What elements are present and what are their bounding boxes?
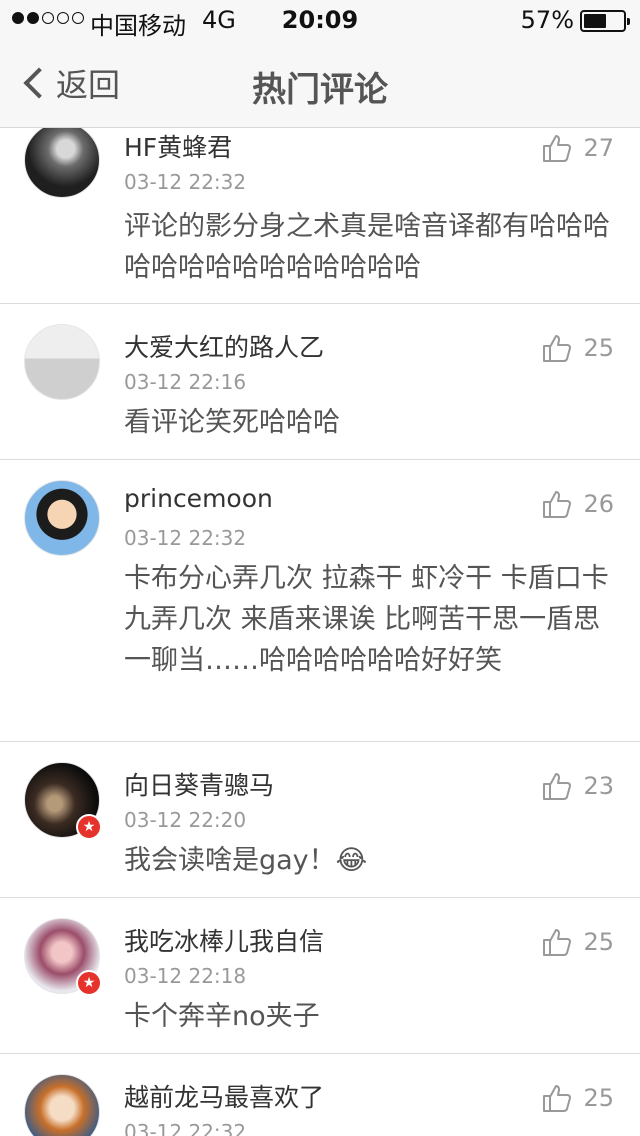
verified-badge-icon: ★: [76, 814, 102, 840]
thumbs-up-icon: [543, 1085, 572, 1112]
comment-item: HF黄蜂君 03-12 22:32 评论的影分身之术真是啥音译都有哈哈哈哈哈哈哈…: [0, 122, 640, 304]
like-button[interactable]: 25: [541, 1082, 614, 1114]
comment-time: 03-12 22:16: [124, 370, 247, 394]
like-count: 27: [583, 134, 614, 162]
comment-item: ★ 向日葵青骢马 03-12 22:20 我会读啥是gay！😂 23: [0, 742, 640, 898]
comment-item: 越前龙马最喜欢了 03-12 22:32 25: [0, 1054, 640, 1136]
top-bar: 中国移动 4G 20:09 57% 返回 热门评论: [0, 0, 640, 128]
avatar[interactable]: [24, 122, 100, 198]
comment-author[interactable]: princemoon: [124, 484, 273, 513]
like-button[interactable]: 25: [541, 926, 614, 958]
avatar[interactable]: [24, 324, 100, 400]
comment-author[interactable]: 向日葵青骢马: [124, 766, 274, 802]
like-count: 25: [583, 1084, 614, 1112]
comment-author[interactable]: HF黄蜂君: [124, 128, 232, 164]
comment-time: 03-12 22:32: [124, 1120, 247, 1136]
battery-icon: [580, 10, 630, 32]
like-count: 25: [583, 928, 614, 956]
comment-text: 卡布分心弄几次 拉森干 虾冷干 卡盾口卡九弄几次 来盾来课诶 比啊苦干思一盾思一…: [124, 563, 609, 676]
status-bar: 中国移动 4G 20:09 57%: [0, 0, 640, 40]
like-button[interactable]: 25: [541, 332, 614, 364]
avatar[interactable]: [24, 480, 100, 556]
comment-text: 评论的影分身之术真是啥音译都有哈哈哈哈哈哈哈哈哈哈哈哈哈哈: [124, 211, 610, 283]
comment-text: 看评论笑死哈哈哈: [124, 407, 340, 438]
comment-time: 03-12 22:32: [124, 170, 247, 194]
comment-list: HF黄蜂君 03-12 22:32 评论的影分身之术真是啥音译都有哈哈哈哈哈哈哈…: [0, 122, 640, 1136]
comment-text: 卡个奔辛no夹子: [124, 1001, 320, 1032]
thumbs-up-icon: [543, 929, 572, 956]
page-title: 热门评论: [252, 70, 388, 110]
like-button[interactable]: 26: [541, 488, 614, 520]
comment-author[interactable]: 越前龙马最喜欢了: [124, 1078, 324, 1114]
comment-author[interactable]: 我吃冰棒儿我自信: [124, 922, 324, 958]
comment-text: 我会读啥是gay！😂: [124, 845, 368, 876]
comment-item: ★ 我吃冰棒儿我自信 03-12 22:18 卡个奔辛no夹子 25: [0, 898, 640, 1054]
navigation-bar: 返回 热门评论: [0, 40, 640, 128]
thumbs-up-icon: [543, 135, 572, 162]
comment-time: 03-12 22:20: [124, 808, 247, 832]
thumbs-up-icon: [543, 773, 572, 800]
comment-time: 03-12 22:32: [124, 526, 247, 550]
like-count: 23: [583, 772, 614, 800]
thumbs-up-icon: [543, 491, 572, 518]
comment-author[interactable]: 大爱大红的路人乙: [124, 328, 324, 364]
like-count: 26: [583, 490, 614, 518]
like-button[interactable]: 23: [541, 770, 614, 802]
battery-percent: 57%: [520, 6, 574, 34]
screen: 中国移动 4G 20:09 57% 返回 热门评论 HF黄蜂君 03-12 22…: [0, 0, 640, 1136]
verified-badge-icon: ★: [76, 970, 102, 996]
like-count: 25: [583, 334, 614, 362]
avatar[interactable]: [24, 1074, 100, 1136]
like-button[interactable]: 27: [541, 132, 614, 164]
thumbs-up-icon: [543, 335, 572, 362]
comment-item: princemoon 03-12 22:32 卡布分心弄几次 拉森干 虾冷干 卡…: [0, 460, 640, 742]
comment-item: 大爱大红的路人乙 03-12 22:16 看评论笑死哈哈哈 25: [0, 304, 640, 460]
comment-time: 03-12 22:18: [124, 964, 247, 988]
